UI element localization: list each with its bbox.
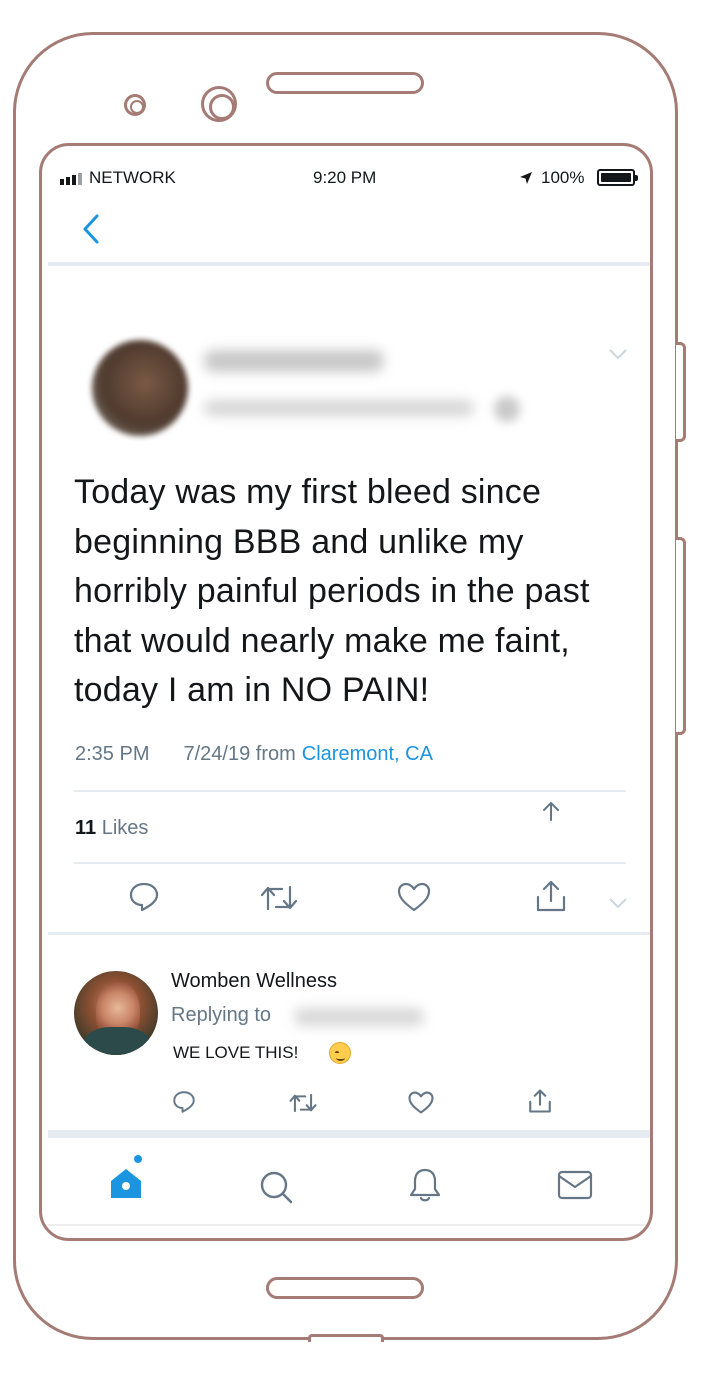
author-handle-blurred [204, 400, 474, 416]
likes-label: Likes [101, 817, 149, 839]
mail-icon[interactable] [557, 1170, 593, 1200]
tweet-time: 2:35 PM [75, 743, 150, 765]
nav-divider [48, 262, 650, 266]
volume-button [676, 342, 686, 442]
likes-count[interactable]: 11 Likes [75, 817, 148, 840]
status-bar: NETWORK 9:20 PM 100% [42, 146, 650, 206]
retweet-icon[interactable] [260, 883, 298, 913]
replying-to-label: Replying to [171, 1004, 272, 1026]
battery-icon [597, 169, 638, 186]
heart-icon[interactable] [397, 882, 431, 912]
arrow-up-icon[interactable] [541, 800, 561, 822]
status-time: 9:20 PM [313, 168, 377, 187]
power-button [676, 537, 686, 735]
heart-icon[interactable] [408, 1091, 434, 1114]
bell-icon[interactable] [409, 1167, 441, 1203]
network-label: NETWORK [89, 168, 176, 187]
tweet-location-link[interactable]: Claremont, CA [302, 743, 433, 765]
home-button[interactable] [266, 1277, 424, 1299]
chevron-down-icon[interactable] [608, 348, 628, 360]
smiling-emoji-icon [329, 1042, 351, 1064]
author-avatar-blurred[interactable] [92, 340, 188, 436]
retweet-icon[interactable] [289, 1092, 317, 1114]
search-icon[interactable] [259, 1170, 293, 1204]
share-icon[interactable] [535, 879, 567, 913]
tweet-date: 7/24/19 from [183, 743, 296, 765]
earpiece-speaker [266, 72, 424, 94]
author-name-blurred[interactable] [204, 350, 384, 372]
tab-bar-bottom-line [48, 1224, 650, 1226]
phone-screen: NETWORK 9:20 PM 100% Today was my first … [39, 143, 653, 1241]
replying-to-handle-blurred[interactable] [294, 1008, 424, 1026]
back-icon[interactable] [80, 212, 102, 246]
reply-icon[interactable] [128, 881, 160, 913]
follow-icon-blurred[interactable] [494, 396, 520, 422]
tweet-timestamp: 2:35 PM 7/24/19 from Claremont, CA [75, 743, 433, 766]
reply-author-avatar[interactable] [74, 971, 158, 1055]
likes-number: 11 [75, 817, 97, 839]
share-icon[interactable] [528, 1088, 552, 1114]
front-camera [201, 86, 237, 122]
section-divider [48, 932, 650, 935]
reply-text: WE LOVE THIS! [173, 1043, 299, 1062]
reply-icon[interactable] [172, 1090, 196, 1114]
charging-port [308, 1334, 384, 1342]
home-icon[interactable] [109, 1166, 143, 1200]
section-divider [48, 1130, 650, 1138]
notification-dot [134, 1155, 142, 1163]
location-arrow-icon [520, 172, 532, 184]
battery-percent: 100% [541, 168, 585, 187]
proximity-sensor [124, 94, 146, 116]
divider [74, 862, 626, 864]
signal-strength-icon [60, 173, 82, 185]
divider [74, 790, 626, 792]
chevron-down-icon[interactable] [608, 897, 628, 909]
reply-author-name[interactable]: Womben Wellness [171, 970, 337, 993]
tweet-text: Today was my first bleed since beginning… [74, 473, 590, 709]
